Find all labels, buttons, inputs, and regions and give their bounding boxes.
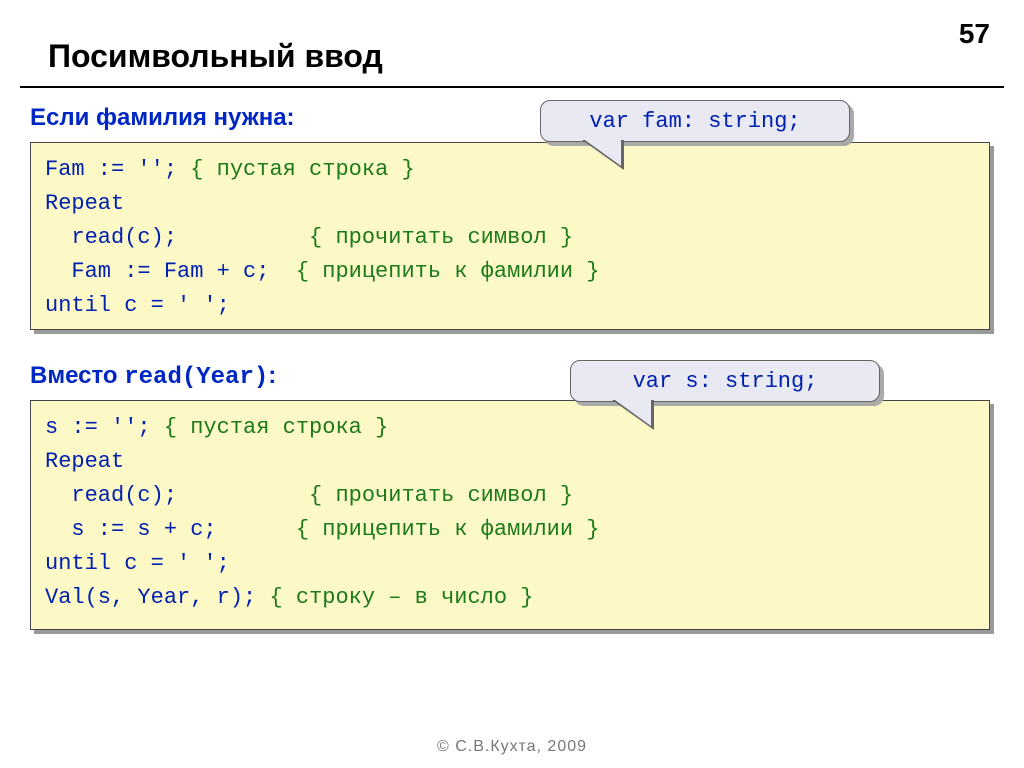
code-line: Repeat	[45, 445, 975, 479]
heading-text: Вместо	[30, 362, 124, 389]
section2-heading: Вместо read(Year):	[30, 362, 276, 391]
code-line: s := ''; { пустая строка }	[45, 411, 975, 445]
footer-copyright: © С.В.Кухта, 2009	[0, 738, 1024, 756]
page-title: Посимвольный ввод	[48, 38, 383, 75]
code-text: read(c);	[45, 225, 309, 250]
callout-var-s: var s: string;	[570, 360, 880, 402]
code-text: s := s + c;	[45, 517, 296, 542]
code-comment: { прицепить к фамилии }	[296, 259, 600, 284]
code-comment: { пустая строка }	[190, 157, 414, 182]
code-line: until c = ' ';	[45, 289, 975, 323]
code-block-2: s := ''; { пустая строка } Repeat read(c…	[30, 400, 990, 630]
code-comment: { прочитать символ }	[309, 483, 573, 508]
code-line: Fam := ''; { пустая строка }	[45, 153, 975, 187]
code-text: Val(s, Year, r);	[45, 585, 269, 610]
heading-text: :	[268, 362, 276, 389]
code-block-1: Fam := ''; { пустая строка } Repeat read…	[30, 142, 990, 330]
code-comment: { прочитать символ }	[309, 225, 573, 250]
heading-mono: read(Year)	[124, 364, 268, 391]
code-line: Fam := Fam + c; { прицепить к фамилии }	[45, 255, 975, 289]
code-line: Repeat	[45, 187, 975, 221]
title-rule	[20, 86, 1004, 88]
code-line: read(c); { прочитать символ }	[45, 221, 975, 255]
code-line: read(c); { прочитать символ }	[45, 479, 975, 513]
code-text: Fam := Fam + c;	[45, 259, 296, 284]
code-line: Val(s, Year, r); { строку – в число }	[45, 581, 975, 615]
code-text: s := '';	[45, 415, 164, 440]
callout-var-fam: var fam: string;	[540, 100, 850, 142]
code-text: read(c);	[45, 483, 309, 508]
code-comment: { строку – в число }	[269, 585, 533, 610]
code-line: s := s + c; { прицепить к фамилии }	[45, 513, 975, 547]
code-line: until c = ' ';	[45, 547, 975, 581]
section1-heading: Если фамилия нужна:	[30, 104, 295, 132]
code-text: Fam := '';	[45, 157, 190, 182]
page-number: 57	[959, 18, 990, 50]
callout2-tail-fill	[615, 400, 651, 426]
code-comment: { пустая строка }	[164, 415, 388, 440]
code-comment: { прицепить к фамилии }	[296, 517, 600, 542]
callout1-tail-fill	[585, 140, 621, 166]
